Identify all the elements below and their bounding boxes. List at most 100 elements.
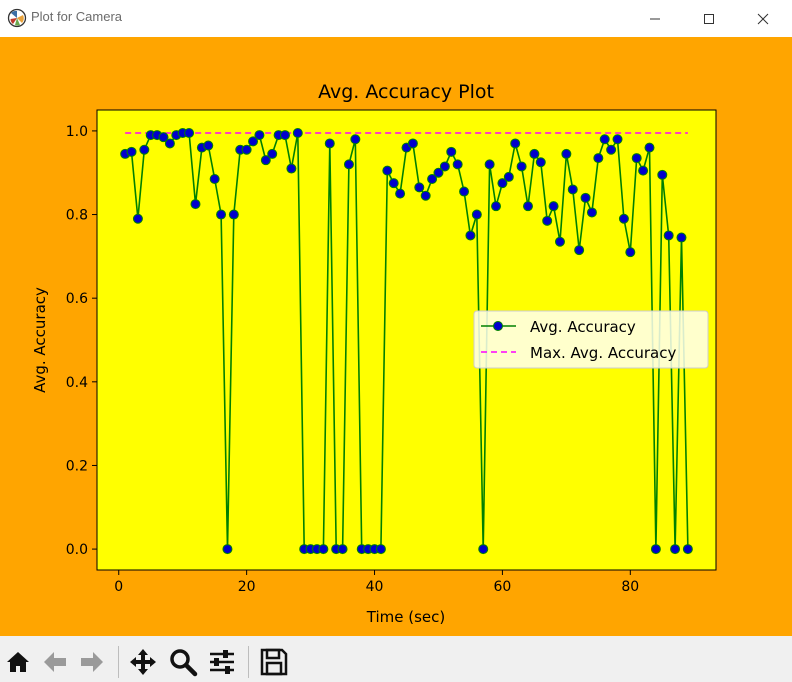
avg-accuracy-point — [228, 209, 239, 220]
maximize-icon — [704, 14, 714, 24]
avg-accuracy-point — [292, 128, 303, 138]
avg-accuracy-point — [574, 245, 585, 256]
avg-accuracy-point — [631, 153, 642, 164]
back-icon[interactable] — [40, 647, 70, 677]
avg-accuracy-point — [164, 138, 175, 149]
avg-accuracy-point — [606, 144, 617, 155]
x-tick-label: 40 — [366, 579, 384, 595]
chart-title: Avg. Accuracy Plot — [318, 81, 494, 103]
y-tick-label: 0.6 — [66, 291, 88, 307]
x-tick-label: 60 — [494, 579, 512, 595]
avg-accuracy-point — [216, 209, 227, 220]
avg-accuracy-point — [184, 128, 195, 138]
avg-accuracy-point — [644, 142, 655, 153]
avg-accuracy-point — [682, 544, 693, 555]
avg-accuracy-point — [139, 144, 150, 155]
avg-accuracy-point — [612, 134, 623, 145]
y-tick-label: 0.0 — [66, 542, 88, 558]
window-title: Plot for Camera — [31, 9, 123, 24]
configure-icon[interactable] — [207, 647, 237, 677]
avg-accuracy-point — [657, 169, 668, 180]
avg-accuracy-point — [343, 159, 354, 170]
maximize-button[interactable] — [686, 0, 732, 37]
avg-accuracy-point — [203, 140, 214, 151]
avg-accuracy-point — [580, 192, 591, 203]
x-tick-label: 80 — [621, 579, 639, 595]
toolbar-separator — [118, 646, 119, 678]
avg-accuracy-point — [350, 134, 361, 145]
x-axis-label: Time (sec) — [366, 608, 445, 626]
x-axis-ticks: 0 20 40 60 80 — [114, 570, 639, 595]
avg-accuracy-point — [267, 148, 278, 159]
avg-accuracy-point — [190, 199, 201, 210]
avg-accuracy-point — [638, 165, 649, 176]
avg-accuracy-point — [599, 134, 610, 145]
avg-accuracy-point — [280, 130, 291, 141]
avg-accuracy-point — [478, 544, 489, 555]
avg-accuracy-point — [209, 174, 220, 184]
y-tick-label: 0.2 — [66, 458, 88, 474]
avg-accuracy-point — [420, 190, 431, 201]
legend-label-max: Max. Avg. Accuracy — [530, 344, 676, 362]
avg-accuracy-point — [491, 201, 502, 212]
avg-accuracy-point — [241, 144, 252, 155]
home-icon[interactable] — [3, 647, 33, 677]
avg-accuracy-point — [414, 182, 425, 193]
minimize-icon — [650, 18, 660, 20]
title-bar: Plot for Camera — [0, 0, 792, 37]
avg-accuracy-point — [286, 163, 297, 174]
avg-accuracy-point — [510, 138, 521, 149]
avg-accuracy-point — [503, 171, 514, 182]
avg-accuracy-point — [382, 165, 393, 176]
avg-accuracy-point — [670, 544, 681, 555]
accuracy-chart: Avg. Accuracy Plot 0 20 40 60 80 0.00.20.40.… — [31, 81, 717, 626]
y-tick-label: 0.8 — [66, 208, 88, 224]
avg-accuracy-point — [593, 153, 604, 164]
avg-accuracy-point — [471, 209, 482, 220]
legend-marker-avg — [493, 321, 503, 331]
navigation-toolbar — [0, 636, 792, 682]
avg-accuracy-point — [567, 184, 578, 195]
avg-accuracy-point — [650, 544, 661, 555]
avg-accuracy-point — [407, 138, 418, 149]
avg-accuracy-point — [516, 161, 527, 172]
avg-accuracy-point — [529, 148, 540, 159]
zoom-icon[interactable] — [168, 647, 198, 677]
y-axis-ticks: 0.0 0.2 0.4 0.6 0.8 1.0 — [66, 124, 97, 558]
avg-accuracy-point — [318, 544, 329, 555]
legend: Avg. Accuracy Max. Avg. Accuracy — [473, 310, 709, 369]
x-tick-label: 0 — [114, 579, 123, 595]
avg-accuracy-point — [625, 247, 636, 258]
avg-accuracy-point — [554, 236, 565, 247]
avg-accuracy-point — [465, 230, 476, 241]
avg-accuracy-point — [126, 146, 137, 157]
save-icon[interactable] — [259, 647, 289, 677]
avg-accuracy-point — [663, 230, 674, 241]
forward-icon[interactable] — [77, 647, 107, 677]
close-button[interactable] — [740, 0, 786, 37]
minimize-button[interactable] — [632, 0, 678, 37]
figure-canvas[interactable]: Avg. Accuracy Plot 0 20 40 60 80 0.0 0.2 0.4 0.… — [0, 37, 792, 636]
avg-accuracy-point — [337, 544, 348, 555]
avg-accuracy-point — [439, 161, 450, 172]
pan-icon[interactable] — [128, 647, 158, 677]
avg-accuracy-point — [446, 146, 457, 157]
app-icon — [7, 8, 27, 28]
avg-accuracy-point — [452, 159, 463, 170]
y-tick-label: 1.0 — [66, 124, 88, 140]
avg-accuracy-point — [324, 138, 335, 149]
avg-accuracy-point — [375, 544, 386, 555]
avg-accuracy-point — [586, 207, 597, 218]
avg-accuracy-point — [542, 215, 553, 226]
y-axis-label: Avg. Accuracy — [31, 287, 49, 393]
avg-accuracy-point — [522, 201, 533, 212]
y-tick-label: 0.4 — [66, 375, 88, 391]
legend-label-avg: Avg. Accuracy — [530, 318, 636, 336]
toolbar-separator — [248, 646, 249, 678]
avg-accuracy-point — [388, 178, 399, 189]
close-icon — [757, 13, 769, 25]
x-tick-label: 20 — [238, 579, 256, 595]
avg-accuracy-point — [459, 186, 470, 197]
avg-accuracy-point — [676, 232, 687, 243]
avg-accuracy-point — [561, 148, 572, 159]
